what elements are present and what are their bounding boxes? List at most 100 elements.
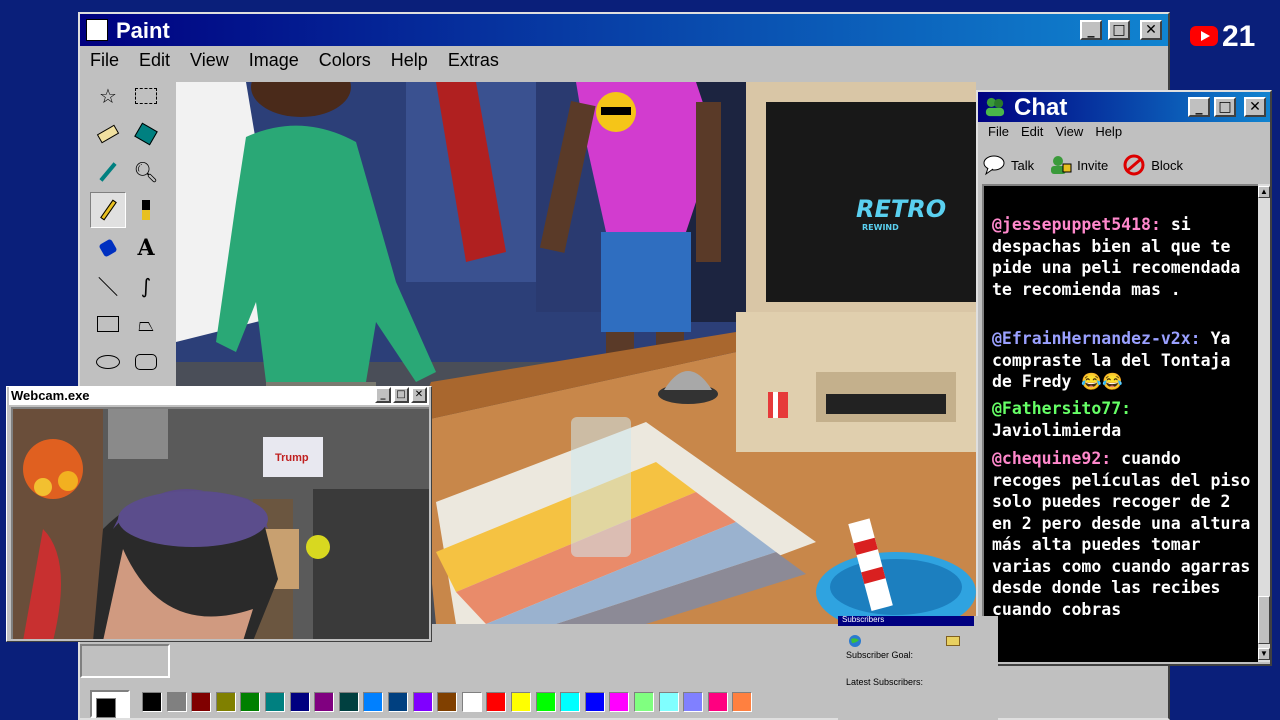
color-palette	[86, 688, 846, 720]
chat-minimize-button[interactable]: _	[1188, 97, 1210, 117]
folder-icon	[946, 636, 960, 646]
chat-title-bar[interactable]: Chat _ □ ✕	[978, 92, 1270, 122]
paint-title-bar[interactable]: Paint _ □ ✕	[80, 14, 1168, 46]
menu-help[interactable]: Help	[381, 48, 438, 74]
line-icon[interactable]	[90, 268, 126, 304]
webcam-feed: Trump	[11, 407, 429, 639]
palette-swatch[interactable]	[314, 692, 335, 712]
palette-swatch[interactable]	[191, 692, 212, 712]
invite-icon	[1051, 156, 1072, 174]
minimize-button[interactable]: _	[1080, 20, 1102, 40]
chat-scrollbar[interactable]: ▲ ▼	[1258, 184, 1270, 662]
color-picker-icon[interactable]	[90, 154, 126, 190]
block-button[interactable]: Block	[1122, 154, 1183, 176]
chat-username: @Fathersito77:	[992, 399, 1132, 418]
webcam-title-bar[interactable]: Webcam.exe _ □ ✕	[9, 387, 429, 405]
foreground-color	[96, 698, 116, 718]
fill-icon[interactable]	[128, 116, 164, 152]
chat-menu-view[interactable]: View	[1049, 124, 1089, 144]
current-colors[interactable]	[90, 690, 130, 718]
menu-file[interactable]: File	[80, 48, 129, 74]
palette-swatch[interactable]	[609, 692, 630, 712]
chat-menu-edit[interactable]: Edit	[1015, 124, 1049, 144]
ellipse-icon[interactable]	[90, 344, 126, 380]
palette-swatch[interactable]	[166, 692, 187, 712]
curve-icon[interactable]: ∫	[128, 268, 164, 304]
chat-maximize-button[interactable]: □	[1214, 97, 1236, 117]
menu-image[interactable]: Image	[239, 48, 309, 74]
menu-colors[interactable]: Colors	[309, 48, 381, 74]
menu-edit[interactable]: Edit	[129, 48, 180, 74]
palette-swatch[interactable]	[240, 692, 261, 712]
chat-message: @chequine92: cuando recoges películas de…	[992, 448, 1258, 620]
webcam-maximize-button[interactable]: □	[393, 387, 409, 403]
webcam-title: Webcam.exe	[11, 388, 90, 403]
palette-swatch[interactable]	[388, 692, 408, 712]
rect-select-icon[interactable]	[128, 78, 164, 114]
subscriber-goal-label: Subscriber Goal:	[846, 650, 914, 660]
poster-text: Trump	[275, 452, 309, 464]
chat-username: @jessepuppet5418:	[992, 215, 1161, 234]
polygon-icon[interactable]: ⏢	[128, 306, 164, 342]
palette-swatch[interactable]	[437, 692, 458, 712]
palette-swatch[interactable]	[732, 692, 753, 712]
palette-swatch[interactable]	[486, 692, 507, 712]
scroll-down-icon[interactable]: ▼	[1258, 648, 1270, 660]
palette-swatch[interactable]	[142, 692, 162, 712]
screen-logo-line1: RETRO	[856, 195, 946, 223]
chat-menu-file[interactable]: File	[982, 124, 1015, 144]
menu-extras[interactable]: Extras	[438, 48, 509, 74]
chat-close-button[interactable]: ✕	[1244, 97, 1266, 117]
screen-logo-line2: REWIND	[862, 223, 899, 232]
airbrush-icon[interactable]	[90, 230, 126, 266]
maximize-button[interactable]: □	[1108, 20, 1130, 40]
subscriber-counter: 21	[1186, 20, 1266, 54]
palette-swatch[interactable]	[338, 692, 359, 712]
magnifier-icon[interactable]: 🔍︎	[128, 154, 164, 190]
scroll-up-icon[interactable]: ▲	[1258, 186, 1270, 198]
webcam-scene: Trump	[13, 409, 429, 639]
talk-button[interactable]: Talk	[982, 154, 1034, 176]
pencil-icon[interactable]	[90, 192, 126, 228]
palette-swatch[interactable]	[707, 692, 728, 712]
palette-swatch[interactable]	[683, 692, 704, 712]
close-button[interactable]: ✕	[1140, 20, 1162, 40]
scroll-thumb[interactable]	[1258, 596, 1270, 644]
palette-swatch[interactable]	[412, 692, 433, 712]
chat-log[interactable]: @jessepuppet5418: si despachas bien al q…	[982, 184, 1260, 662]
chat-people-icon	[985, 97, 1005, 117]
palette-swatch[interactable]	[584, 692, 605, 712]
brush-icon[interactable]	[128, 192, 164, 228]
palette-swatch[interactable]	[560, 692, 581, 712]
eraser-icon[interactable]	[90, 116, 126, 152]
free-select-icon[interactable]: ☆	[90, 78, 126, 114]
paint-app-icon	[86, 19, 108, 41]
chat-text: Javiolimierda	[992, 420, 1122, 440]
menu-view[interactable]: View	[180, 48, 239, 74]
palette-swatch[interactable]	[289, 692, 310, 712]
palette-swatch[interactable]	[634, 692, 654, 712]
paint-menu-bar: File Edit View Image Colors Help Extras	[80, 48, 509, 74]
palette-swatch[interactable]	[363, 692, 384, 712]
palette-swatch[interactable]	[535, 692, 556, 712]
chat-username: @EfrainHernandez-v2x:	[992, 329, 1201, 348]
invite-button[interactable]: Invite	[1048, 154, 1108, 176]
chat-toolbar: Talk Invite Block	[982, 148, 1266, 182]
webcam-minimize-button[interactable]: _	[375, 387, 391, 403]
text-icon[interactable]: A	[128, 230, 164, 266]
toolbox: ☆ 🔍︎ A ∫ ⏢	[86, 78, 166, 386]
palette-swatch[interactable]	[215, 692, 236, 712]
palette-swatch[interactable]	[265, 692, 285, 712]
rectangle-icon[interactable]	[90, 306, 126, 342]
palette-swatch[interactable]	[658, 692, 679, 712]
chat-menu-help[interactable]: Help	[1089, 124, 1128, 144]
subscribers-widget: Subscribers Subscriber Goal: Latest Subs…	[838, 615, 998, 720]
youtube-icon	[1190, 26, 1218, 46]
palette-swatch[interactable]	[461, 692, 482, 712]
invite-label: Invite	[1077, 157, 1109, 173]
talk-label: Talk	[1011, 157, 1035, 173]
palette-swatch[interactable]	[511, 692, 531, 712]
webcam-close-button[interactable]: ✕	[411, 387, 427, 403]
chat-message: @EfrainHernandez-v2x: Ya compraste la de…	[992, 328, 1258, 393]
rounded-rect-icon[interactable]	[128, 344, 164, 380]
